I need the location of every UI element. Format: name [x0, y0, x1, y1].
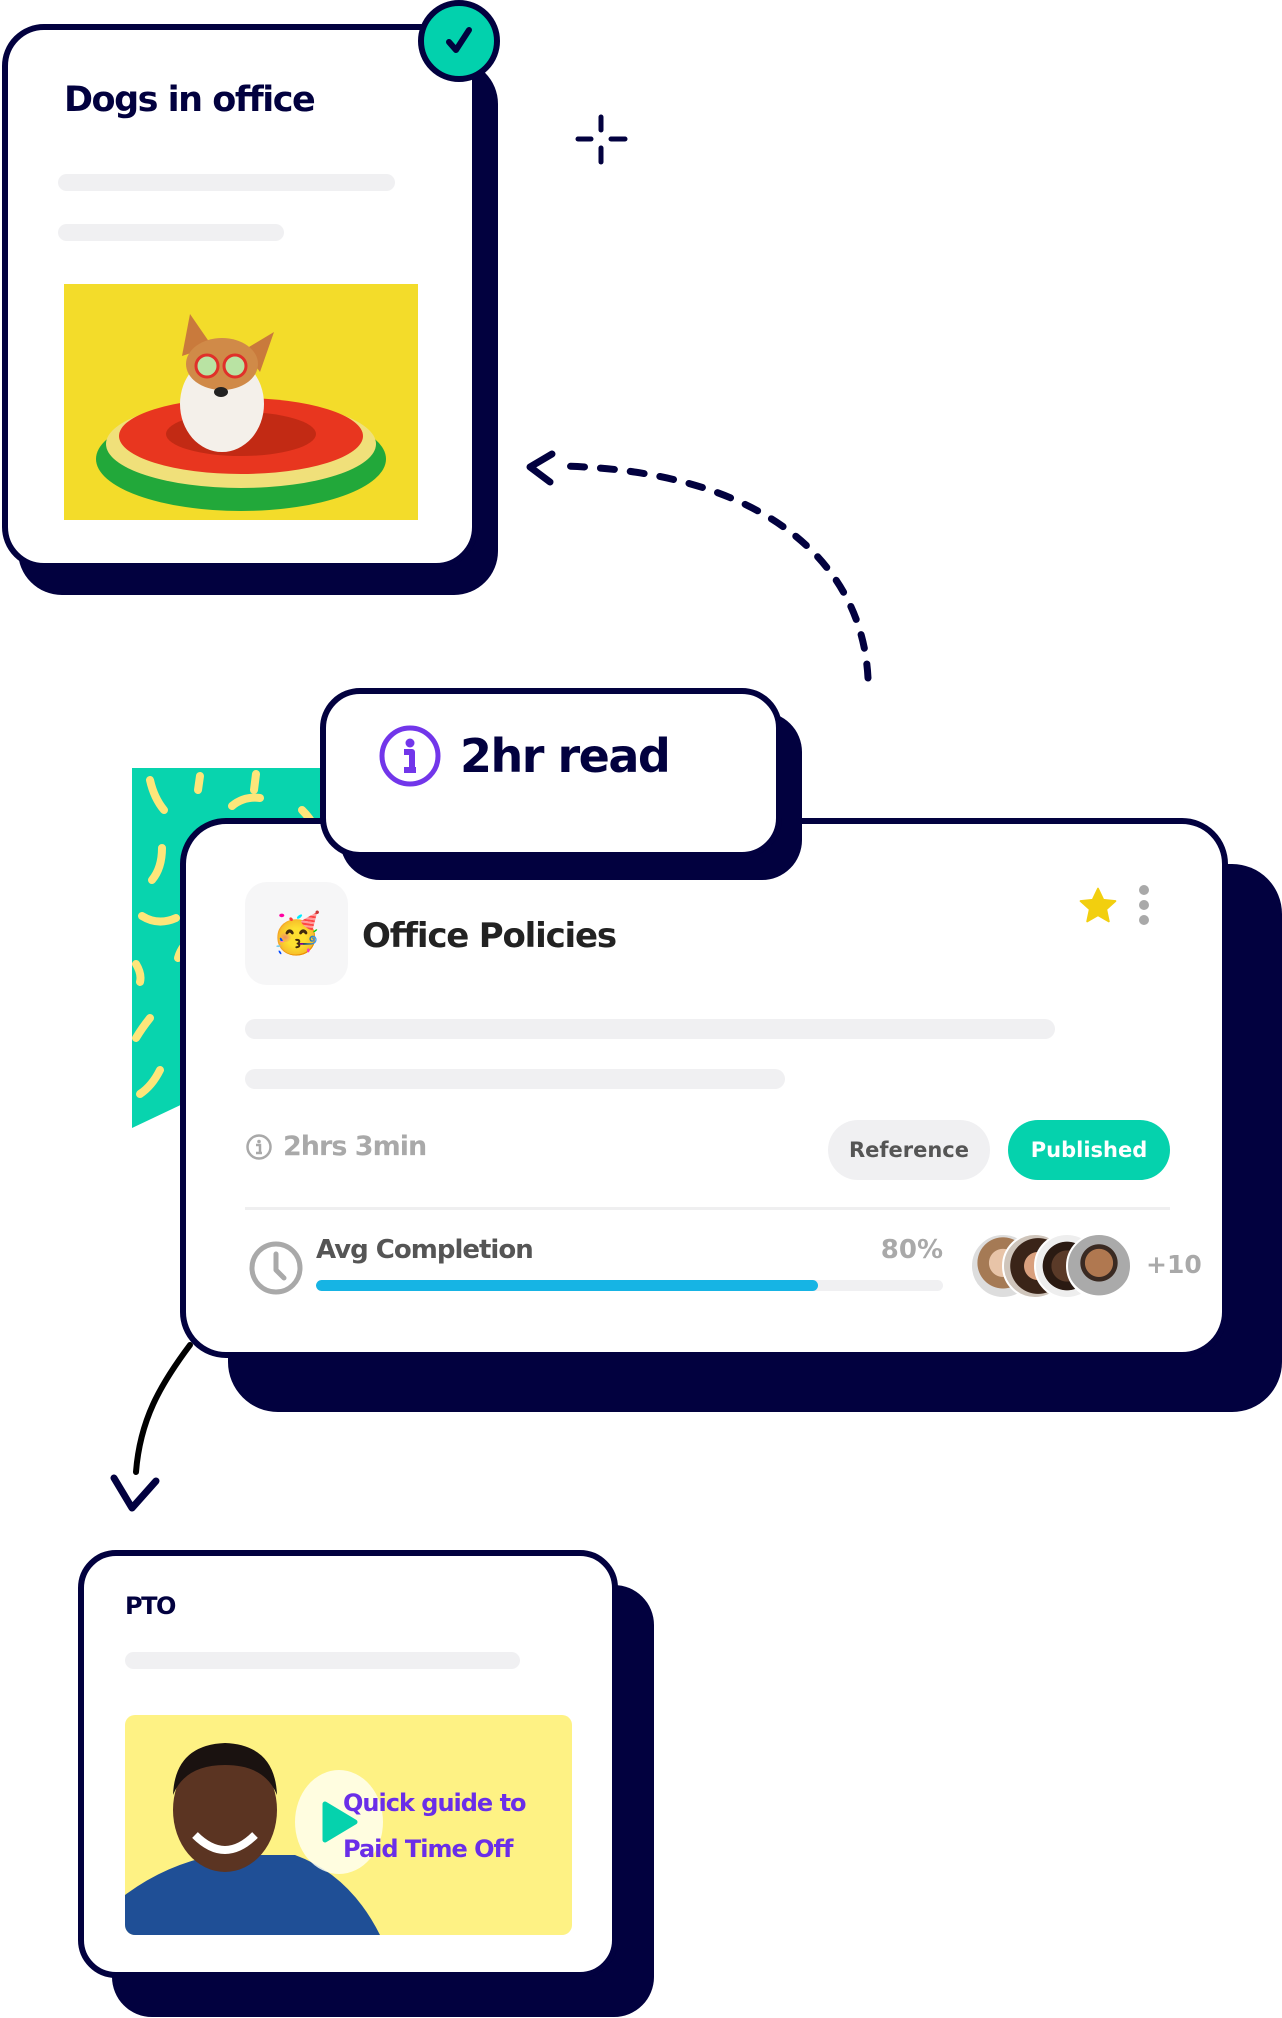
placeholder-line	[125, 1652, 520, 1669]
avatar[interactable]	[1066, 1233, 1132, 1299]
completion-label: Avg Completion	[316, 1235, 534, 1265]
placeholder-line	[245, 1069, 785, 1089]
policy-emoji-tile: 🥳	[245, 882, 348, 985]
clock-icon	[249, 1241, 303, 1295]
more-vertical-icon[interactable]	[1139, 885, 1151, 929]
sparkle-icon	[575, 114, 628, 165]
duration-meta: 2hrs 3min	[245, 1131, 427, 1162]
video-title-line2: Paid Time Off	[343, 1835, 513, 1863]
arrowhead-left-icon	[526, 450, 556, 486]
status-badge-published[interactable]: Published	[1008, 1120, 1170, 1180]
check-icon	[446, 27, 472, 53]
read-time-label: 2hr read	[460, 729, 671, 783]
video-title: Quick guide to Paid Time Off	[343, 1780, 527, 1872]
party-face-icon: 🥳	[271, 911, 322, 957]
completion-progress-bar	[316, 1280, 943, 1291]
video-thumbnail[interactable]: Quick guide to Paid Time Off	[125, 1715, 572, 1935]
completed-badge	[418, 0, 500, 82]
tag-reference[interactable]: Reference	[828, 1120, 990, 1180]
info-icon	[379, 725, 441, 787]
star-icon[interactable]	[1076, 884, 1120, 928]
assignee-avatars[interactable]	[970, 1233, 1140, 1301]
dashed-arrow-up	[556, 462, 872, 682]
completion-percent: 80%	[880, 1235, 943, 1265]
dog-photo	[64, 284, 418, 520]
video-title-line1: Quick guide to	[343, 1789, 527, 1817]
placeholder-line	[58, 174, 395, 191]
arrowhead-down-icon	[110, 1474, 160, 1512]
more-assignees-count[interactable]: +10	[1146, 1250, 1202, 1279]
curved-arrow-down	[133, 1342, 193, 1475]
duration-text: 2hrs 3min	[283, 1131, 427, 1162]
card-title: Dogs in office	[64, 80, 316, 120]
placeholder-line	[58, 224, 284, 241]
placeholder-line	[245, 1019, 1055, 1039]
policy-title: Office Policies	[362, 916, 617, 956]
info-icon	[246, 1133, 272, 1160]
card-title: PTO	[125, 1592, 176, 1620]
completion-progress-fill	[316, 1280, 818, 1291]
divider	[245, 1207, 1170, 1210]
read-time-badge: 2hr read	[320, 688, 782, 858]
